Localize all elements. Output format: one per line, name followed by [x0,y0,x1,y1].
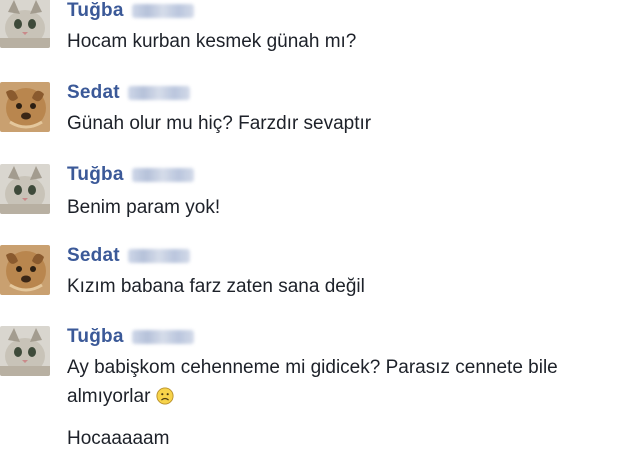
sender-name[interactable]: Sedat [67,82,120,104]
blurred-surname [127,249,190,263]
message-text-line-2: almıyorlar [67,383,174,411]
sender-name[interactable]: Sedat [67,245,120,267]
sender-name[interactable]: Tuğba [67,164,124,186]
cat-avatar[interactable] [0,164,50,214]
message-text: Hocaaaaam [67,428,170,449]
message-text: Kızım babana farz zaten sana değil [67,276,365,297]
message-text: Hocam kurban kesmek günah mı? [67,31,357,52]
sender-name[interactable]: Tuğba [67,326,124,348]
chat-thread: Tuğba Hocam kurban kesmek günah mı? Seda… [0,0,640,456]
blurred-surname [131,4,194,18]
sender-name[interactable]: Tuğba [67,0,124,22]
blurred-surname [131,168,194,182]
blurred-surname [127,86,190,100]
frown-emoji-icon [156,387,174,405]
message-text: Benim param yok! [67,197,221,218]
dog-avatar[interactable] [0,82,50,132]
cat-avatar[interactable] [0,0,50,48]
dog-avatar[interactable] [0,245,50,295]
message-text: Ay babişkom cehenneme mi gidicek? Parası… [67,357,558,378]
cat-avatar[interactable] [0,326,50,376]
blurred-surname [131,330,194,344]
message-text-continued: almıyorlar [67,386,151,407]
message-text: Günah olur mu hiç? Farzdır sevaptır [67,113,372,134]
